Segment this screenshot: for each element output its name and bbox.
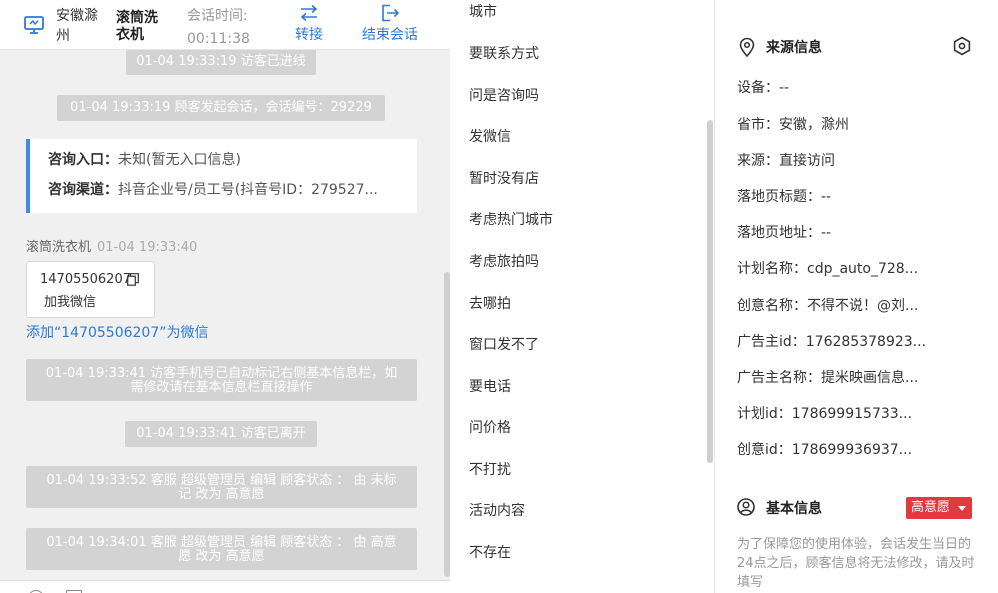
info-row-plan-id: 计划id：178699915733... bbox=[737, 406, 913, 422]
info-row-plan-name: 计划名称：cdp_auto_728... bbox=[737, 261, 919, 277]
quick-reply-item[interactable]: 考虑旅拍吗 bbox=[469, 252, 539, 272]
consult-entry-card: 咨询入口：未知(暂无入口信息) 咨询渠道：抖音企业号/员工号(抖音号ID：279… bbox=[26, 139, 417, 213]
quick-reply-panel: 城市 要联系方式 问是咨询吗 发微信 暂时没有店 考虑热门城市 考虑旅拍吗 去哪… bbox=[452, 0, 714, 593]
wechat-card-message: 14705506207 加我微信 bbox=[26, 261, 155, 318]
end-session-button[interactable]: 结束会话 bbox=[356, 4, 424, 45]
system-message: 01-04 19:33:19 访客已进线 bbox=[126, 50, 316, 75]
consult-channel-label: 咨询渠道： bbox=[48, 182, 118, 198]
consult-entry-label: 咨询入口： bbox=[48, 152, 118, 168]
info-row-source: 来源：直接访问 bbox=[737, 153, 835, 169]
quick-reply-item[interactable]: 不打扰 bbox=[469, 460, 511, 480]
system-message: 01-04 19:34:01 客服 超级管理员 编辑 顾客状态 ： 由 高意愿 … bbox=[26, 528, 417, 570]
info-row-creative-name: 创意名称：不得不说！@刘... bbox=[737, 298, 919, 314]
intent-status-dropdown[interactable]: 高意愿 bbox=[906, 497, 972, 519]
consult-entry-row: 咨询入口：未知(暂无入口信息) bbox=[48, 150, 408, 170]
copy-icon[interactable] bbox=[127, 273, 139, 286]
quick-reply-item[interactable]: 问价格 bbox=[469, 418, 511, 438]
chat-message-list: 01-04 19:33:19 访客已进线 01-04 19:33:19 顾客发起… bbox=[0, 50, 450, 580]
basic-info-title: 基本信息 bbox=[766, 501, 822, 517]
info-row-landing-title: 落地页标题：-- bbox=[737, 189, 832, 205]
info-row-province-city: 省市：安徽，滁州 bbox=[737, 117, 849, 133]
quick-reply-item[interactable]: 不存在 bbox=[469, 543, 511, 563]
info-panel: 来源信息 设备：-- 省市：安徽，滁州 来源：直接访问 落地页标题：-- 落地页… bbox=[715, 0, 998, 593]
transfer-icon bbox=[300, 4, 318, 22]
chat-input-toolbar bbox=[0, 580, 450, 593]
intent-status-label: 高意愿 bbox=[911, 500, 951, 515]
info-row-creative-id: 创意id：178699936937... bbox=[737, 442, 913, 458]
consult-entry-value: 未知(暂无入口信息) bbox=[118, 152, 241, 168]
quick-reply-item[interactable]: 要联系方式 bbox=[469, 44, 539, 64]
sender-time: 01-04 19:33:40 bbox=[97, 240, 198, 255]
wechat-add-label: 加我微信 bbox=[44, 295, 97, 310]
add-wechat-link[interactable]: 添加“14705506207”为微信 bbox=[26, 322, 209, 342]
quick-reply-item[interactable]: 要电话 bbox=[469, 377, 511, 397]
quick-reply-item[interactable]: 暂时没有店 bbox=[469, 169, 539, 189]
quick-reply-item[interactable]: 考虑热门城市 bbox=[469, 210, 553, 230]
system-message: 01-04 19:33:19 顾客发起会话，会话编号：29229 bbox=[57, 95, 385, 121]
source-info-title: 来源信息 bbox=[766, 40, 822, 56]
transfer-label: 转接 bbox=[295, 27, 323, 43]
session-time-label: 会话时间: bbox=[187, 8, 248, 24]
settings-icon[interactable] bbox=[952, 36, 972, 56]
monitor-icon bbox=[24, 16, 44, 34]
logout-icon bbox=[382, 4, 400, 22]
quick-reply-item[interactable]: 问是咨询吗 bbox=[469, 86, 539, 106]
info-row-advertiser-id: 广告主id：176285378923... bbox=[737, 334, 927, 350]
session-time-value: 00:11:38 bbox=[187, 31, 250, 47]
quick-reply-item[interactable]: 城市 bbox=[469, 2, 497, 22]
consult-channel-row: 咨询渠道：抖音企业号/员工号(抖音号ID：279527... bbox=[48, 180, 408, 200]
quick-reply-scrollbar[interactable] bbox=[707, 120, 713, 463]
info-row-advertiser-name: 广告主名称：提米映画信息... bbox=[737, 370, 919, 386]
info-row-device: 设备：-- bbox=[737, 80, 790, 96]
visitor-name: 滚筒洗衣机 bbox=[116, 10, 158, 43]
caret-down-icon bbox=[958, 506, 966, 511]
location-pin-icon bbox=[739, 38, 755, 57]
system-message: 01-04 19:33:52 客服 超级管理员 编辑 顾客状态 ： 由 未标记 … bbox=[26, 466, 417, 508]
transfer-button[interactable]: 转接 bbox=[288, 4, 330, 45]
sender-name: 滚筒洗衣机 bbox=[26, 240, 92, 255]
user-icon bbox=[737, 498, 755, 516]
quick-reply-item[interactable]: 去哪拍 bbox=[469, 294, 511, 314]
chat-scrollbar[interactable] bbox=[444, 272, 450, 577]
system-message: 01-04 19:33:41 访客手机号已自动标记右侧基本信息栏，如需修改请在基… bbox=[26, 359, 417, 401]
wechat-number: 14705506207 bbox=[40, 272, 131, 287]
message-sender: 滚筒洗衣机 01-04 19:33:40 bbox=[26, 236, 197, 255]
chat-header: 安徽滁州 滚筒洗衣机 会话时间: 00:11:38 转接 结束会话 bbox=[0, 0, 450, 50]
chat-panel: 安徽滁州 滚筒洗衣机 会话时间: 00:11:38 转接 结束会话 01-04 … bbox=[0, 0, 450, 593]
consult-channel-value: 抖音企业号/员工号(抖音号ID：279527... bbox=[118, 182, 378, 198]
visitor-location: 安徽滁州 bbox=[56, 8, 98, 44]
quick-reply-item[interactable]: 发微信 bbox=[469, 127, 511, 147]
quick-reply-item[interactable]: 活动内容 bbox=[469, 501, 525, 521]
basic-info-notice: 为了保障您的使用体验，会话发生当日的24点之后，顾客信息将无法修改，请及时填写 bbox=[737, 537, 975, 590]
system-message: 01-04 19:33:41 访客已离开 bbox=[125, 421, 317, 447]
info-row-landing-url: 落地页地址：-- bbox=[737, 225, 832, 241]
end-session-label: 结束会话 bbox=[362, 27, 418, 43]
quick-reply-item[interactable]: 窗口发不了 bbox=[469, 335, 539, 355]
